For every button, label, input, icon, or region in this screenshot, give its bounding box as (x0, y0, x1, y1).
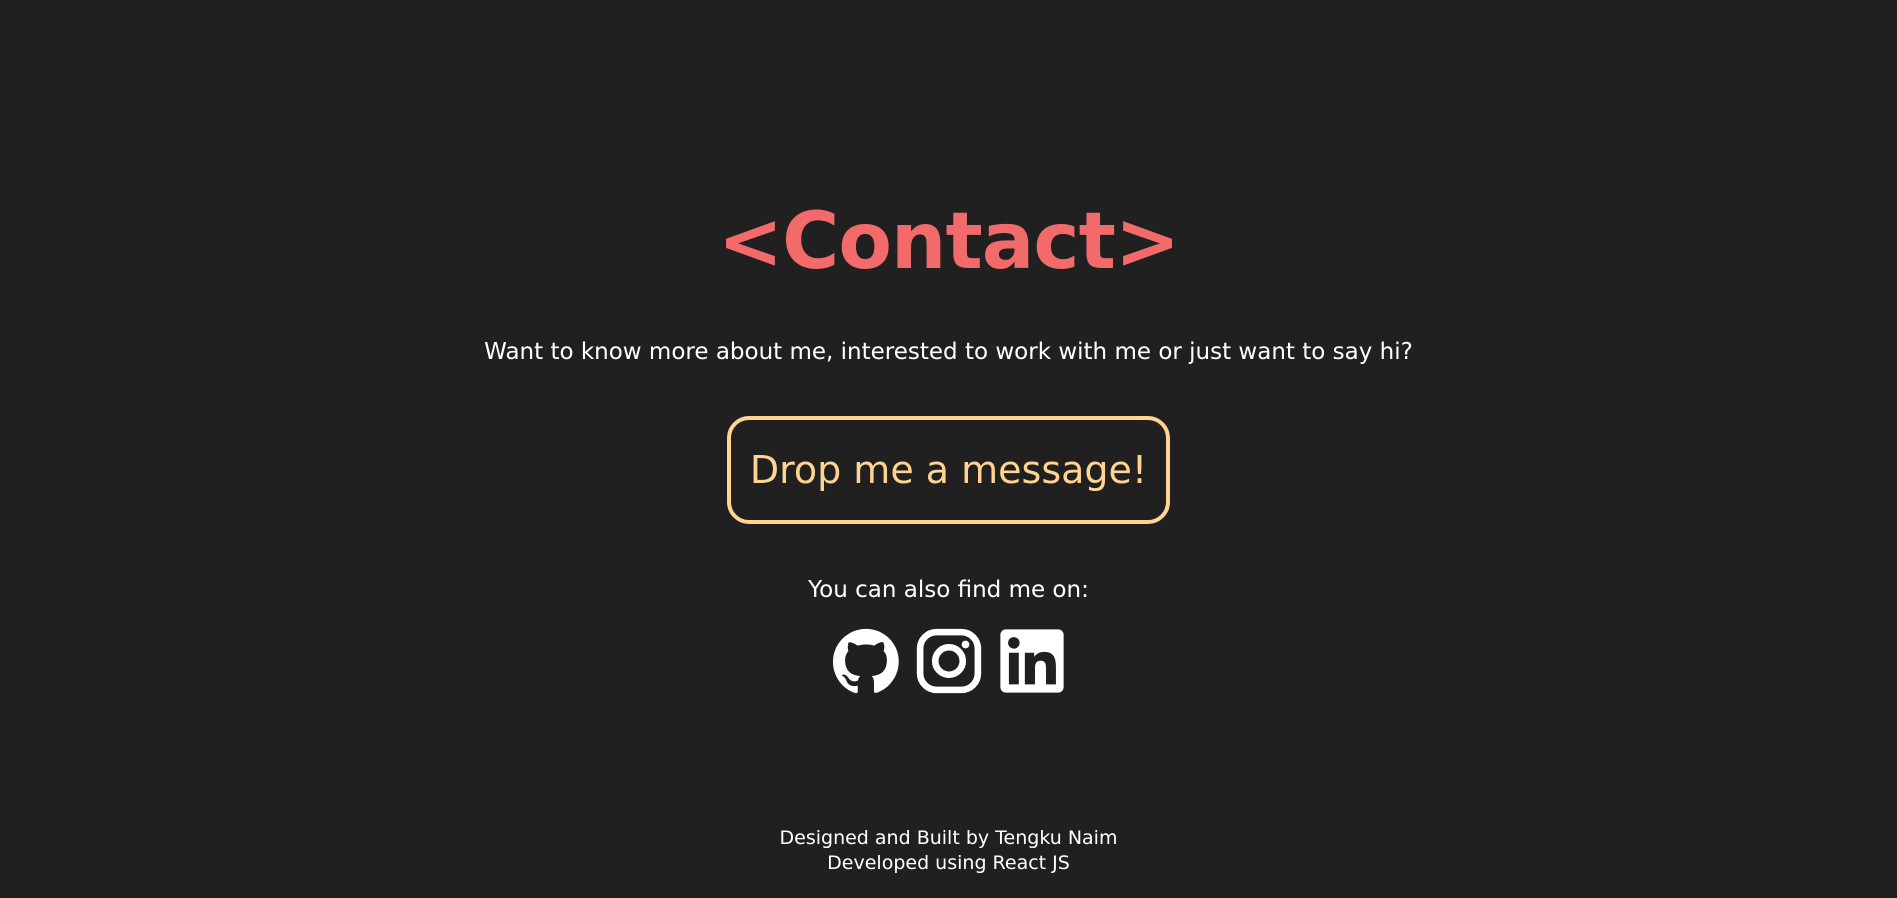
find-me-label: You can also find me on: (808, 577, 1089, 603)
instagram-icon (916, 628, 982, 694)
github-link[interactable] (833, 628, 899, 694)
instagram-link[interactable] (916, 628, 982, 694)
github-icon (833, 628, 899, 694)
drop-message-button[interactable]: Drop me a message! (727, 416, 1170, 524)
linkedin-icon (1000, 629, 1064, 693)
linkedin-link[interactable] (999, 628, 1065, 694)
footer: Designed and Built by Tengku Naim Develo… (0, 826, 1897, 876)
page-title: <Contact> (717, 197, 1181, 287)
intro-text: Want to know more about me, interested t… (484, 339, 1413, 365)
footer-credit: Designed and Built by Tengku Naim (779, 827, 1118, 849)
contact-page: <Contact> Want to know more about me, in… (0, 0, 1897, 898)
social-links (833, 628, 1065, 694)
footer-tech: Developed using React JS (827, 852, 1070, 874)
